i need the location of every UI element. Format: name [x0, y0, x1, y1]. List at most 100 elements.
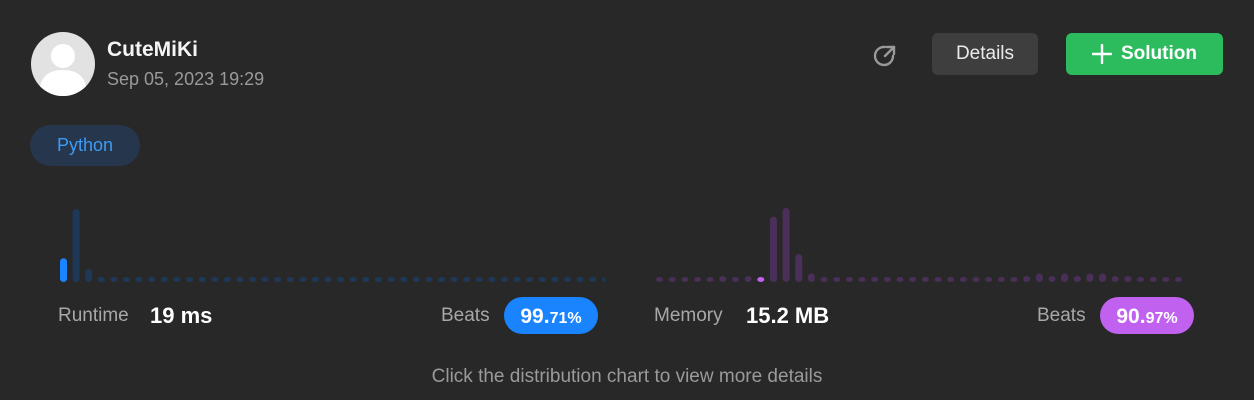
submission-timestamp: Sep 05, 2023 19:29	[107, 69, 265, 89]
distribution-bar[interactable]	[526, 277, 534, 282]
memory-beats-int: 90.	[1116, 305, 1146, 328]
distribution-bar[interactable]	[1061, 273, 1069, 283]
distribution-bar[interactable]	[845, 277, 853, 282]
distribution-bar[interactable]	[211, 277, 219, 282]
distribution-bar[interactable]	[60, 258, 67, 282]
distribution-bar[interactable]	[601, 277, 605, 282]
distribution-bar[interactable]	[681, 277, 689, 282]
distribution-bar[interactable]	[1124, 276, 1132, 282]
distribution-bar[interactable]	[883, 277, 891, 282]
distribution-bar[interactable]	[324, 277, 332, 282]
runtime-beats-dec: 71%	[549, 310, 582, 327]
distribution-bar[interactable]	[501, 277, 508, 282]
distribution-bar[interactable]	[1175, 277, 1183, 282]
distribution-bar[interactable]	[820, 277, 828, 282]
share-button[interactable]	[870, 41, 900, 71]
distribution-bar[interactable]	[375, 277, 382, 282]
distribution-bar[interactable]	[425, 277, 433, 282]
distribution-bar[interactable]	[513, 277, 521, 282]
distribution-bar[interactable]	[693, 277, 701, 282]
distribution-bar[interactable]	[795, 253, 803, 282]
distribution-bar[interactable]	[135, 277, 143, 282]
distribution-bar[interactable]	[576, 277, 584, 282]
distribution-bar[interactable]	[438, 277, 445, 282]
distribution-bar[interactable]	[186, 277, 193, 282]
distribution-bar[interactable]	[1099, 273, 1107, 283]
distribution-bar[interactable]	[223, 277, 231, 282]
details-button[interactable]: Details	[932, 33, 1038, 75]
distribution-bar[interactable]	[731, 277, 739, 282]
distribution-bar[interactable]	[72, 208, 80, 282]
distribution-bar[interactable]	[286, 277, 294, 282]
distribution-bar[interactable]	[871, 277, 879, 282]
distribution-bar[interactable]	[656, 277, 663, 282]
distribution-bar[interactable]	[488, 277, 496, 282]
distribution-bar[interactable]	[769, 216, 777, 282]
distribution-bar[interactable]	[160, 277, 168, 282]
distribution-bar[interactable]	[1086, 273, 1094, 283]
distribution-bar[interactable]	[110, 277, 118, 282]
distribution-bar[interactable]	[997, 277, 1005, 282]
distribution-bar[interactable]	[833, 277, 841, 282]
distribution-bar[interactable]	[719, 276, 727, 282]
distribution-bar[interactable]	[896, 277, 904, 282]
username[interactable]: CuteMiKi	[107, 38, 198, 62]
distribution-bar[interactable]	[1137, 277, 1145, 282]
distribution-bar[interactable]	[551, 277, 559, 282]
distribution-bar[interactable]	[387, 277, 395, 282]
distribution-bar[interactable]	[463, 277, 471, 282]
distribution-bar[interactable]	[921, 277, 929, 282]
distribution-bar[interactable]	[1048, 276, 1056, 282]
distribution-bar[interactable]	[312, 277, 319, 282]
distribution-bar[interactable]	[858, 277, 866, 282]
distribution-bar[interactable]	[337, 277, 345, 282]
distribution-bar[interactable]	[450, 277, 458, 282]
distribution-bar[interactable]	[959, 277, 967, 282]
distribution-bar[interactable]	[757, 277, 765, 282]
distribution-bar[interactable]	[249, 277, 256, 282]
distribution-bar[interactable]	[947, 277, 955, 282]
distribution-bar[interactable]	[123, 277, 130, 282]
distribution-bar[interactable]	[589, 277, 597, 282]
distribution-bar[interactable]	[564, 277, 571, 282]
distribution-bar[interactable]	[972, 277, 980, 282]
distribution-bar[interactable]	[909, 277, 917, 282]
distribution-bar[interactable]	[934, 277, 942, 282]
distribution-hint: Click the distribution chart to view mor…	[431, 366, 823, 387]
distribution-bar[interactable]	[85, 269, 93, 282]
distribution-bar[interactable]	[362, 276, 370, 282]
solution-button-label: Solution	[1121, 43, 1197, 64]
distribution-bar[interactable]	[173, 277, 181, 282]
memory-label: Memory	[654, 305, 723, 326]
distribution-bar[interactable]	[400, 277, 408, 282]
distribution-bar[interactable]	[744, 276, 752, 282]
distribution-bar[interactable]	[1149, 277, 1157, 282]
distribution-bar[interactable]	[1023, 276, 1031, 282]
avatar[interactable]	[31, 32, 95, 96]
memory-distribution-chart[interactable]	[652, 195, 1197, 285]
distribution-bar[interactable]	[1035, 273, 1043, 283]
distribution-bar[interactable]	[1010, 277, 1018, 282]
distribution-bar[interactable]	[807, 273, 815, 283]
distribution-bar[interactable]	[198, 277, 206, 282]
runtime-beats-badge: 99. 71%	[504, 297, 598, 334]
distribution-bar[interactable]	[274, 277, 282, 282]
distribution-bar[interactable]	[475, 277, 483, 282]
distribution-bar[interactable]	[668, 277, 676, 282]
add-solution-button[interactable]: Solution	[1066, 33, 1223, 75]
runtime-distribution-chart[interactable]	[55, 195, 605, 285]
distribution-bar[interactable]	[148, 277, 156, 282]
distribution-bar[interactable]	[782, 208, 790, 282]
distribution-bar[interactable]	[538, 277, 546, 282]
distribution-bar[interactable]	[706, 277, 714, 282]
distribution-bar[interactable]	[1162, 277, 1170, 282]
distribution-bar[interactable]	[97, 277, 105, 282]
distribution-bar[interactable]	[412, 277, 420, 282]
distribution-bar[interactable]	[349, 277, 357, 282]
distribution-bar[interactable]	[1073, 276, 1081, 282]
distribution-bar[interactable]	[299, 277, 307, 282]
distribution-bar[interactable]	[985, 277, 993, 282]
distribution-bar[interactable]	[1111, 276, 1119, 282]
distribution-bar[interactable]	[236, 277, 244, 282]
distribution-bar[interactable]	[261, 277, 269, 282]
